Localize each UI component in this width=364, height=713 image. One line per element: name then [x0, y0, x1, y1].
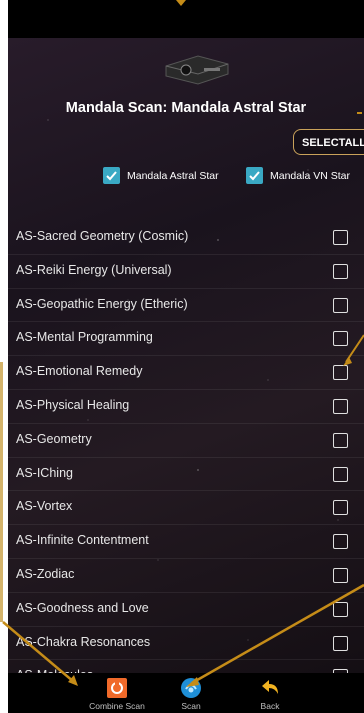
filter-mandala-astral-star[interactable]: Mandala Astral Star [103, 167, 219, 184]
combine-scan-button[interactable]: Combine Scan [82, 677, 152, 711]
item-label: AS-Reiki Energy (Universal) [16, 262, 172, 277]
list-item[interactable]: AS-Geometry [8, 424, 364, 458]
item-checkbox[interactable] [333, 601, 348, 617]
checked-checkbox-icon[interactable] [103, 167, 120, 184]
item-label: AS-IChing [16, 465, 73, 480]
item-label: AS-Goodness and Love [16, 600, 149, 615]
item-checkbox[interactable] [333, 534, 348, 550]
filter-bar: Mandala Astral Star Mandala VN Star [8, 167, 364, 189]
scan-item-list: AS-Sacred Geometry (Cosmic) AS-Reiki Ene… [8, 221, 364, 695]
list-item[interactable]: AS-Geopathic Energy (Etheric) [8, 289, 364, 323]
item-checkbox[interactable] [333, 365, 348, 381]
item-checkbox[interactable] [333, 331, 348, 347]
filter-mandala-vn-star[interactable]: Mandala VN Star [246, 167, 350, 184]
combine-scan-label: Combine Scan [89, 701, 145, 711]
scan-label: Scan [181, 701, 201, 711]
item-label: AS-Emotional Remedy [16, 364, 143, 379]
back-button[interactable]: Back [235, 677, 305, 711]
list-item[interactable]: AS-Reiki Energy (Universal) [8, 255, 364, 289]
list-item[interactable]: AS-Sacred Geometry (Cosmic) [8, 221, 364, 255]
item-label: AS-Chakra Resonances [16, 634, 151, 649]
list-item[interactable]: AS-Zodiac [8, 559, 364, 593]
item-checkbox[interactable] [333, 500, 348, 516]
select-all-button[interactable]: SELECTALL [293, 129, 364, 155]
item-checkbox[interactable] [333, 263, 348, 279]
item-label: AS-Zodiac [16, 566, 75, 581]
page-title: Mandala Scan: Mandala Astral Star [65, 100, 307, 116]
scan-button[interactable]: Scan [156, 677, 226, 711]
item-checkbox[interactable] [333, 297, 348, 313]
back-label: Back [260, 701, 280, 711]
list-item[interactable]: AS-Chakra Resonances [8, 627, 364, 661]
item-label: AS-Infinite Contentment [16, 533, 149, 548]
item-checkbox[interactable] [333, 432, 348, 448]
app-screen: Mandala Scan: Mandala Astral Star SELECT… [8, 0, 364, 713]
list-item[interactable]: AS-Goodness and Love [8, 593, 364, 627]
list-item[interactable]: AS-Vortex [8, 491, 364, 526]
item-checkbox[interactable] [333, 398, 348, 414]
item-label: AS-Mental Programming [16, 330, 153, 345]
annotation-left-bar [0, 362, 3, 622]
bottom-nav-bar: Combine Scan Scan Back [8, 673, 364, 713]
list-item[interactable]: AS-Mental Programming [8, 322, 364, 357]
status-bar [8, 0, 364, 38]
item-checkbox[interactable] [333, 230, 348, 245]
item-label: AS-Geopathic Energy (Etheric) [16, 296, 188, 311]
device-image [165, 55, 229, 85]
list-item[interactable]: AS-Emotional Remedy [8, 356, 364, 390]
back-arrow-icon [259, 677, 281, 699]
item-label: AS-Physical Healing [16, 397, 130, 412]
combine-scan-icon [106, 677, 128, 699]
list-item[interactable]: AS-Physical Healing [8, 390, 364, 424]
filter-label: Mandala VN Star [270, 169, 350, 182]
scan-icon [180, 677, 202, 699]
item-checkbox[interactable] [333, 466, 348, 482]
item-label: AS-Geometry [16, 431, 92, 446]
list-item[interactable]: AS-Infinite Contentment [8, 525, 364, 559]
item-checkbox[interactable] [333, 635, 348, 651]
checked-checkbox-icon[interactable] [246, 167, 263, 184]
filter-label: Mandala Astral Star [127, 169, 219, 182]
item-label: AS-Vortex [16, 499, 73, 514]
item-label: AS-Sacred Geometry (Cosmic) [16, 229, 189, 243]
list-item[interactable]: AS-IChing [8, 458, 364, 492]
item-checkbox[interactable] [333, 567, 348, 583]
